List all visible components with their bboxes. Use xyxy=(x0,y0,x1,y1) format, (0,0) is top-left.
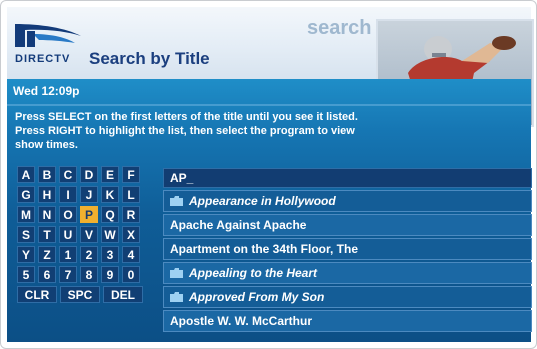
key-v[interactable]: V xyxy=(80,226,98,243)
keyboard-actions: CLR SPC DEL xyxy=(17,286,153,303)
key-6[interactable]: 6 xyxy=(38,266,56,283)
key-p[interactable]: P xyxy=(80,206,98,223)
directv-logo-icon xyxy=(13,21,83,56)
key-r[interactable]: R xyxy=(122,206,140,223)
key-4[interactable]: 4 xyxy=(122,246,140,263)
result-row[interactable]: Apartment on the 34th Floor, The xyxy=(163,238,532,260)
key-3[interactable]: 3 xyxy=(101,246,119,263)
directv-logo-text: DIRECTV xyxy=(15,53,71,65)
key-z[interactable]: Z xyxy=(38,246,56,263)
divider xyxy=(7,104,531,106)
key-b[interactable]: B xyxy=(38,166,56,183)
key-y[interactable]: Y xyxy=(17,246,35,263)
key-k[interactable]: K xyxy=(101,186,119,203)
key-s[interactable]: S xyxy=(17,226,35,243)
result-title: Appealing to the Heart xyxy=(189,266,318,280)
folder-icon xyxy=(170,292,183,302)
key-j[interactable]: J xyxy=(80,186,98,203)
key-del[interactable]: DEL xyxy=(103,286,143,303)
key-g[interactable]: G xyxy=(17,186,35,203)
keyboard-row: GHIJKL xyxy=(17,186,153,203)
key-9[interactable]: 9 xyxy=(101,266,119,283)
key-w[interactable]: W xyxy=(101,226,119,243)
instructions-text: Press SELECT on the first letters of the… xyxy=(15,111,358,151)
section-label: search xyxy=(307,17,372,39)
page-title: Search by Title xyxy=(89,49,210,68)
result-title: Appearance in Hollywood xyxy=(189,194,336,208)
folder-icon xyxy=(170,268,183,278)
result-row[interactable]: Appearance in Hollywood xyxy=(163,190,532,212)
keyboard-row: YZ1234 xyxy=(17,246,153,263)
key-e[interactable]: E xyxy=(101,166,119,183)
key-1[interactable]: 1 xyxy=(59,246,77,263)
key-7[interactable]: 7 xyxy=(59,266,77,283)
key-spc[interactable]: SPC xyxy=(60,286,100,303)
key-m[interactable]: M xyxy=(17,206,35,223)
key-0[interactable]: 0 xyxy=(122,266,140,283)
folder-icon xyxy=(170,196,183,206)
key-2[interactable]: 2 xyxy=(80,246,98,263)
result-row[interactable]: Apostle W. W. McCarthur xyxy=(163,310,532,332)
key-t[interactable]: T xyxy=(38,226,56,243)
key-o[interactable]: O xyxy=(59,206,77,223)
keyboard-row: MNOPQR xyxy=(17,206,153,223)
key-x[interactable]: X xyxy=(122,226,140,243)
results-list: Appearance in Hollywood Apache Against Ap… xyxy=(163,190,532,332)
key-clr[interactable]: CLR xyxy=(17,286,57,303)
clock-label: Wed 12:09p xyxy=(13,84,80,98)
key-8[interactable]: 8 xyxy=(80,266,98,283)
key-u[interactable]: U xyxy=(59,226,77,243)
result-row[interactable]: Approved From My Son xyxy=(163,286,532,308)
screen-frame: DIRECTV Search by Title search Wed 12:09… xyxy=(0,0,537,349)
key-a[interactable]: A xyxy=(17,166,35,183)
results-panel: AP_ Appearance in Hollywood Apache Agains… xyxy=(163,168,532,334)
key-5[interactable]: 5 xyxy=(17,266,35,283)
keyboard-row: STUVWX xyxy=(17,226,153,243)
result-row[interactable]: Apache Against Apache xyxy=(163,214,532,236)
key-h[interactable]: H xyxy=(38,186,56,203)
key-n[interactable]: N xyxy=(38,206,56,223)
keyboard-row: ABCDEF xyxy=(17,166,153,183)
key-d[interactable]: D xyxy=(80,166,98,183)
result-title: Approved From My Son xyxy=(189,290,325,304)
result-row[interactable]: Appealing to the Heart xyxy=(163,262,532,284)
onscreen-keyboard: A B C D E F G H I J K L M N O P Q R S T U V W X Y Z 1 2 3 4 5 6 7 8 9 0 CLR S… xyxy=(17,166,153,306)
result-title: Apostle W. W. McCarthur xyxy=(170,314,313,328)
keyboard-row: 567890 xyxy=(17,266,153,283)
key-c[interactable]: C xyxy=(59,166,77,183)
key-l[interactable]: L xyxy=(122,186,140,203)
key-q[interactable]: Q xyxy=(101,206,119,223)
search-query-field[interactable]: AP_ xyxy=(163,168,532,188)
key-i[interactable]: I xyxy=(59,186,77,203)
result-title: Apache Against Apache xyxy=(170,218,307,232)
result-title: Apartment on the 34th Floor, The xyxy=(170,242,359,256)
key-f[interactable]: F xyxy=(122,166,140,183)
